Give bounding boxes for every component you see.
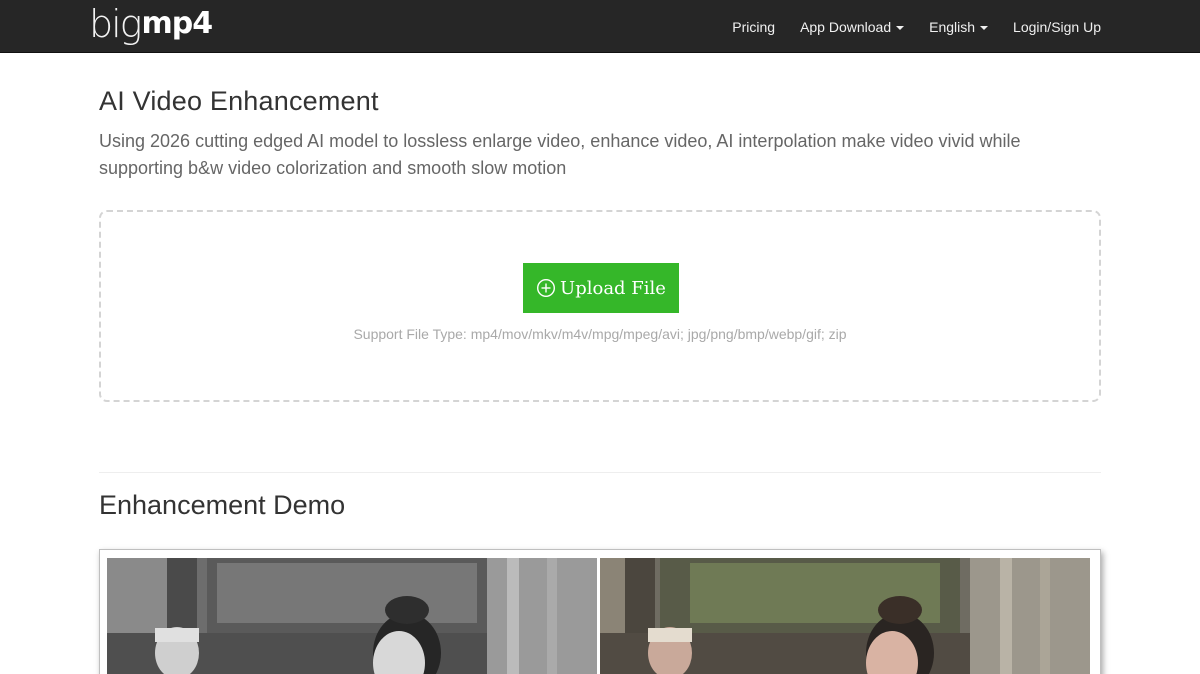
logo-text-bold: mp4 (141, 6, 213, 41)
enhancement-demo-frame (99, 549, 1101, 674)
plus-circle-icon (537, 278, 556, 298)
logo-text-thin: big (89, 2, 143, 46)
top-navbar: big mp4 Pricing App Download English Logi… (0, 0, 1200, 53)
caret-down-icon (980, 25, 989, 30)
caret-down-icon (896, 25, 905, 30)
supported-file-types: Support File Type: mp4/mov/mkv/m4v/mpg/m… (353, 326, 847, 342)
nav-pricing-label: Pricing (732, 18, 776, 35)
demo-after-image (600, 558, 1090, 674)
bigmp4-logo[interactable]: big mp4 (89, 2, 213, 46)
nav-app-download-dropdown[interactable]: App Download (800, 18, 905, 35)
demo-before-image (107, 558, 597, 674)
nav-links: Pricing App Download English Login/Sign … (707, 0, 1101, 53)
upload-file-label: Upload File (560, 277, 666, 299)
nav-pricing-link[interactable]: Pricing (732, 19, 775, 35)
nav-app-download-label: App Download (800, 18, 892, 35)
nav-language-label: English (929, 18, 976, 35)
nav-login-signup-link[interactable]: Login/Sign Up (1013, 19, 1101, 35)
upload-dropzone[interactable]: Upload File Support File Type: mp4/mov/m… (99, 210, 1101, 402)
page-title: AI Video Enhancement (99, 86, 379, 116)
upload-file-button[interactable]: Upload File (523, 263, 679, 313)
nav-language-dropdown[interactable]: English (929, 18, 989, 35)
page-description: Using 2026 cutting edged AI model to los… (99, 131, 1021, 178)
nav-login-label: Login/Sign Up (1013, 18, 1101, 35)
section-divider (99, 472, 1101, 473)
demo-section-title: Enhancement Demo (99, 490, 346, 520)
